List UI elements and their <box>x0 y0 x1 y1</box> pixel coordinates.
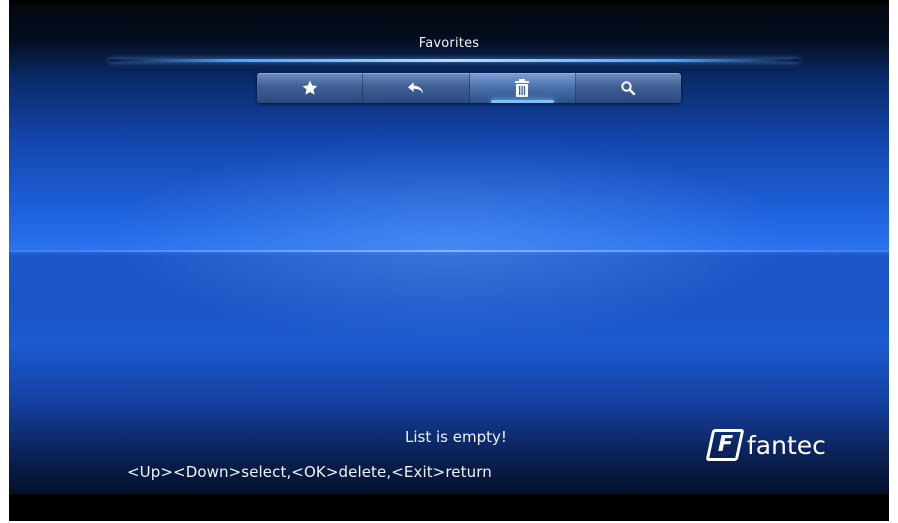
back-arrow-icon <box>406 80 426 96</box>
page-title: Favorites <box>418 36 480 51</box>
title-underline <box>109 59 799 62</box>
fantec-logo: F fantec <box>705 429 826 461</box>
logo-mark-letter: F <box>714 432 736 457</box>
logo-mark: F <box>705 429 745 461</box>
delete-button[interactable] <box>469 73 576 103</box>
search-button[interactable] <box>576 73 681 103</box>
return-button[interactable] <box>363 73 470 103</box>
horizon-divider <box>9 250 889 252</box>
help-text: <Up><Down>select,<OK>delete,<Exit>return <box>127 463 492 481</box>
trash-icon <box>514 78 530 98</box>
empty-list-message: List is empty! <box>405 428 507 446</box>
toolbar <box>257 73 681 103</box>
logo-text: fantec <box>747 430 826 460</box>
tv-frame: Favorites List is empty! <Up><Down>selec… <box>9 0 889 521</box>
favorites-button[interactable] <box>257 73 364 103</box>
screen: Favorites List is empty! <Up><Down>selec… <box>9 4 889 494</box>
search-icon <box>620 80 636 96</box>
star-icon <box>301 79 319 97</box>
